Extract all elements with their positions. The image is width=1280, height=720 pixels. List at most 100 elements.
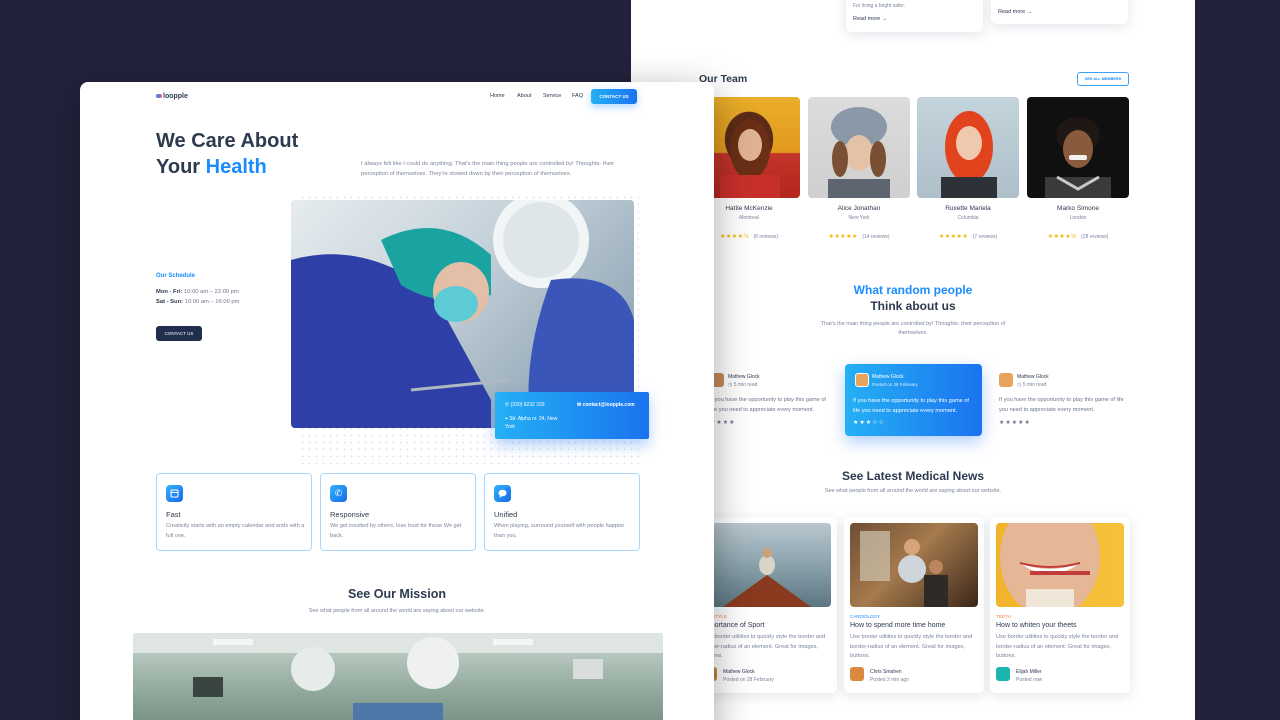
team-member-city: New York (848, 215, 870, 221)
star-rating-icon: ★★★★★ (938, 234, 969, 240)
avatar (999, 373, 1013, 387)
testimonial-quote: If you have the opportunity to play this… (710, 397, 826, 413)
news-image-svg (1000, 523, 1100, 607)
news-image-smile (996, 523, 1124, 607)
avatar (850, 667, 864, 681)
portrait-svg (828, 107, 890, 198)
schedule-day-label: Mon - Fri: (156, 289, 183, 295)
news-card[interactable]: TEETH How to whiten your theets Use bord… (990, 517, 1130, 693)
nav-link-home[interactable]: Home (490, 93, 505, 99)
testimonial-quote: If you have the opportunity to play this… (999, 397, 1124, 413)
testimonials-title-accent: What random people (853, 283, 973, 297)
read-more-link-2[interactable]: Read more → (998, 9, 1032, 15)
hero-title-text: Your (156, 156, 206, 178)
testimonial-time: ◷ 5 min read (728, 382, 757, 388)
phone-info[interactable]: ✆ (330) 0232 329 (505, 402, 545, 408)
testimonial-card: Mathew Glock ◷ 5 min read If you have th… (706, 371, 836, 435)
testimonials-subtitle: That's the main thing people are control… (820, 321, 1006, 337)
location-pin-icon: ⌖ (505, 416, 508, 422)
team-member-rating: ★★★★½ (28 reviews) (1027, 225, 1129, 243)
star-rating-icon: ★★★★★ (999, 420, 1031, 426)
team-member-city: Columbia (957, 215, 979, 221)
team-member-rating: ★★★★★ (7 reviews) (917, 225, 1019, 243)
testimonial-time-text: 5 min read (1022, 382, 1047, 388)
news-card[interactable]: CARDIOLOGY How to spend more time home U… (844, 517, 984, 693)
avatar (996, 667, 1010, 681)
news-image-svg (723, 548, 811, 607)
clock-icon: ◷ (728, 382, 733, 388)
feature-title: Responsive (330, 510, 370, 519)
news-author: Chris Smahen (870, 669, 902, 675)
nav-contact-button[interactable]: CONTACT US (591, 89, 637, 104)
team-photo-ruxette (917, 97, 1019, 198)
news-card-desc: Use border utilities to quickly style th… (850, 634, 973, 659)
team-photo-marko (1027, 97, 1129, 198)
logo-mark-icon (156, 94, 162, 98)
team-member-name: Alice Jonathan (837, 205, 881, 212)
review-count: (7 reviews) (972, 234, 998, 240)
news-date: Posted 2 min ago (870, 677, 909, 683)
top-card-2: Read more → (991, 0, 1128, 24)
arrow-right-icon: → (1026, 9, 1033, 15)
front-page: loopple Home About Service FAQ CONTACT U… (80, 82, 714, 720)
news-image-family (850, 523, 978, 607)
email-info[interactable]: ✉ contact@loopple.com (577, 402, 635, 408)
team-member-city: London (1069, 215, 1087, 221)
feature-card-responsive: ✆ Responsive We get insulted by others, … (320, 473, 476, 551)
schedule-contact-button[interactable]: CONTACT US (156, 326, 202, 341)
mail-icon: ✉ (577, 402, 582, 408)
news-card-title[interactable]: How to whiten your theets (996, 622, 1077, 629)
see-all-members-button[interactable]: SEE ALL MEMBERS (1077, 72, 1129, 86)
schedule-title: Our Schedule (156, 273, 196, 279)
team-member-rating: ★★★★★ (14 reviews) (808, 225, 910, 243)
schedule-hours: 10:00 am – 22:00 pm (182, 289, 239, 295)
clock-icon: ◷ (1017, 382, 1022, 388)
news-card-desc: Use border utilities to quickly style th… (996, 634, 1119, 659)
arrow-right-icon: → (881, 16, 888, 22)
team-member-name: Marko Simone (1057, 205, 1099, 212)
review-count: (28 reviews) (1081, 234, 1109, 240)
news-card-desc: Use border utilities to quickly style th… (703, 634, 826, 659)
feature-card-unified: Unified When playing, surround yourself … (484, 473, 640, 551)
portrait-svg (1045, 117, 1111, 198)
phone-icon: ✆ (505, 402, 510, 408)
chat-icon (494, 485, 511, 502)
calendar-icon (166, 485, 183, 502)
read-more-link-1[interactable]: Read more → (853, 16, 887, 22)
testimonial-author: Mathew Glock (872, 374, 904, 380)
feature-desc: Creativity starts with an empty calendar… (166, 523, 305, 539)
testimonial-time: ◷ 5 min read (1017, 382, 1046, 388)
news-card[interactable]: LIFESTYLE Importance of Sport Use border… (697, 517, 837, 693)
nav-link-service[interactable]: Service (543, 93, 561, 99)
address-info: ⌖ Str. Alpha nr. 24, New York (505, 415, 565, 431)
testimonial-quote: If you have the opportunity to play this… (853, 398, 969, 414)
schedule-weekend: Sat - Sun: 10:00 am – 16:00 pm (156, 299, 239, 305)
read-more-label: Read more (998, 9, 1026, 15)
phone-icon: ✆ (330, 485, 347, 502)
news-card-title[interactable]: How to spend more time home (850, 622, 945, 629)
nav-link-about[interactable]: About (517, 93, 531, 99)
news-author: Elijah Miller (1016, 669, 1042, 675)
feature-desc: When playing, surround yourself with peo… (494, 523, 625, 539)
top-card-1-text: For living a bright safer. (853, 3, 905, 9)
mission-image-operating-room (133, 633, 663, 720)
avatar (855, 373, 869, 387)
testimonial-time-text: 5 min read (733, 382, 758, 388)
star-rating-icon: ★★★☆☆ (853, 420, 885, 426)
mission-image-svg (133, 633, 663, 720)
nav-link-faq[interactable]: FAQ (572, 93, 583, 99)
news-subtitle: See what people from all around the worl… (824, 488, 1002, 494)
testimonial-card: Mathew Glock ◷ 5 min read If you have th… (995, 371, 1135, 435)
star-rating-icon: ★★★★½ (1047, 234, 1077, 240)
feature-desc: We get insulted by others, lose trust fo… (330, 523, 462, 539)
team-photo-alice (808, 97, 910, 198)
news-category: CARDIOLOGY (850, 614, 881, 619)
news-image-svg (860, 531, 948, 607)
logo[interactable]: loopple (156, 93, 188, 100)
mission-subtitle: See what people from all around the worl… (308, 608, 486, 614)
schedule-hours: 10:00 am – 16:00 pm (183, 299, 240, 305)
hero-title-accent: Health (205, 156, 267, 178)
phone-text: (330) 0232 329 (510, 402, 545, 408)
feature-title: Fast (166, 510, 181, 519)
logo-text: loopple (163, 93, 188, 100)
